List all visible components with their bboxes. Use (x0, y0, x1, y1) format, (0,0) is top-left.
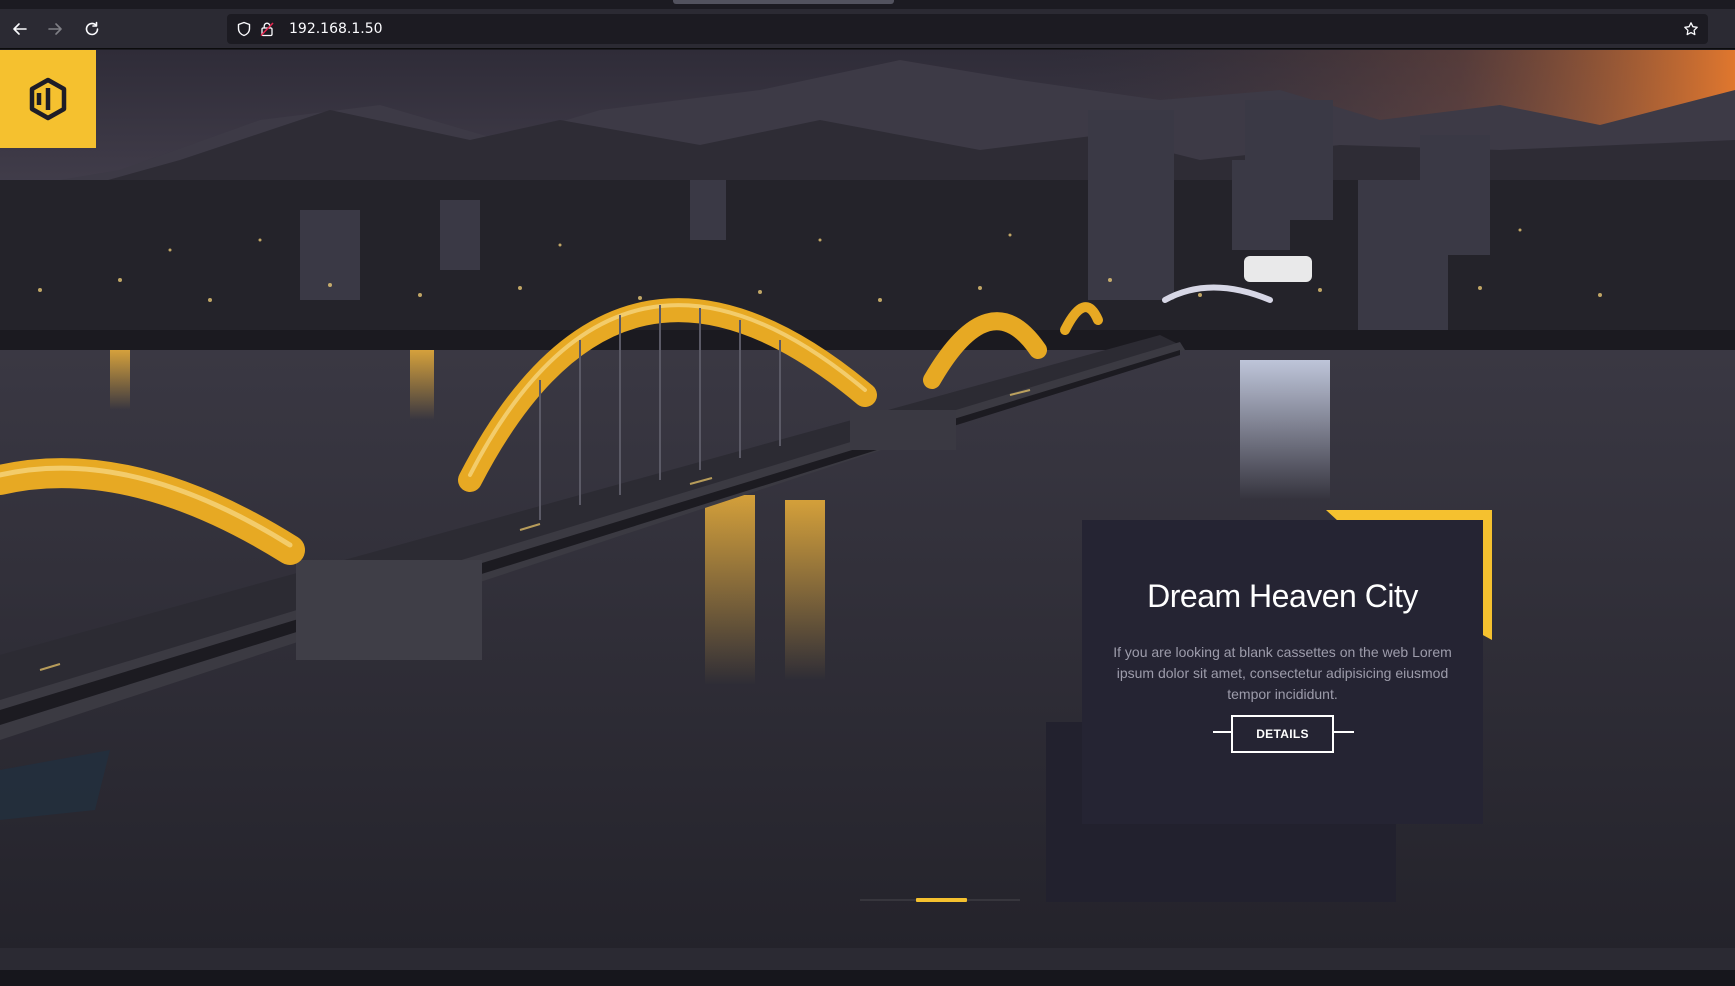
page-viewport: Dream Heaven City If you are looking at … (0, 50, 1735, 948)
reload-icon (85, 21, 99, 36)
star-icon[interactable] (1683, 21, 1699, 37)
hero-title: Dream Heaven City (1147, 578, 1418, 614)
back-button[interactable] (7, 16, 33, 42)
hexagon-logo-icon (29, 77, 67, 121)
reload-button[interactable] (79, 16, 105, 42)
os-taskbar (0, 970, 1735, 986)
url-text[interactable]: 192.168.1.50 (289, 21, 383, 37)
forward-button[interactable] (42, 16, 68, 42)
back-arrow-icon (13, 23, 27, 35)
slider-dot-active[interactable] (916, 898, 967, 902)
browser-toolbar: 192.168.1.50 (0, 9, 1735, 49)
site-logo[interactable] (0, 50, 96, 148)
button-right-line (1334, 731, 1354, 733)
hero-description: If you are looking at blank cassettes on… (1113, 644, 1452, 702)
bottom-bar (0, 948, 1735, 986)
slider-pagination (860, 898, 1020, 902)
details-button[interactable]: DETAILS (1231, 715, 1334, 753)
button-left-line (1213, 731, 1233, 733)
shield-icon[interactable] (236, 21, 252, 37)
forward-arrow-icon (48, 23, 62, 35)
active-tab-indicator[interactable] (673, 0, 894, 4)
address-bar[interactable]: 192.168.1.50 (227, 14, 1708, 44)
hero-card: Dream Heaven City If you are looking at … (1082, 520, 1483, 824)
insecure-lock-icon[interactable] (259, 21, 275, 37)
tab-strip (0, 0, 1735, 9)
